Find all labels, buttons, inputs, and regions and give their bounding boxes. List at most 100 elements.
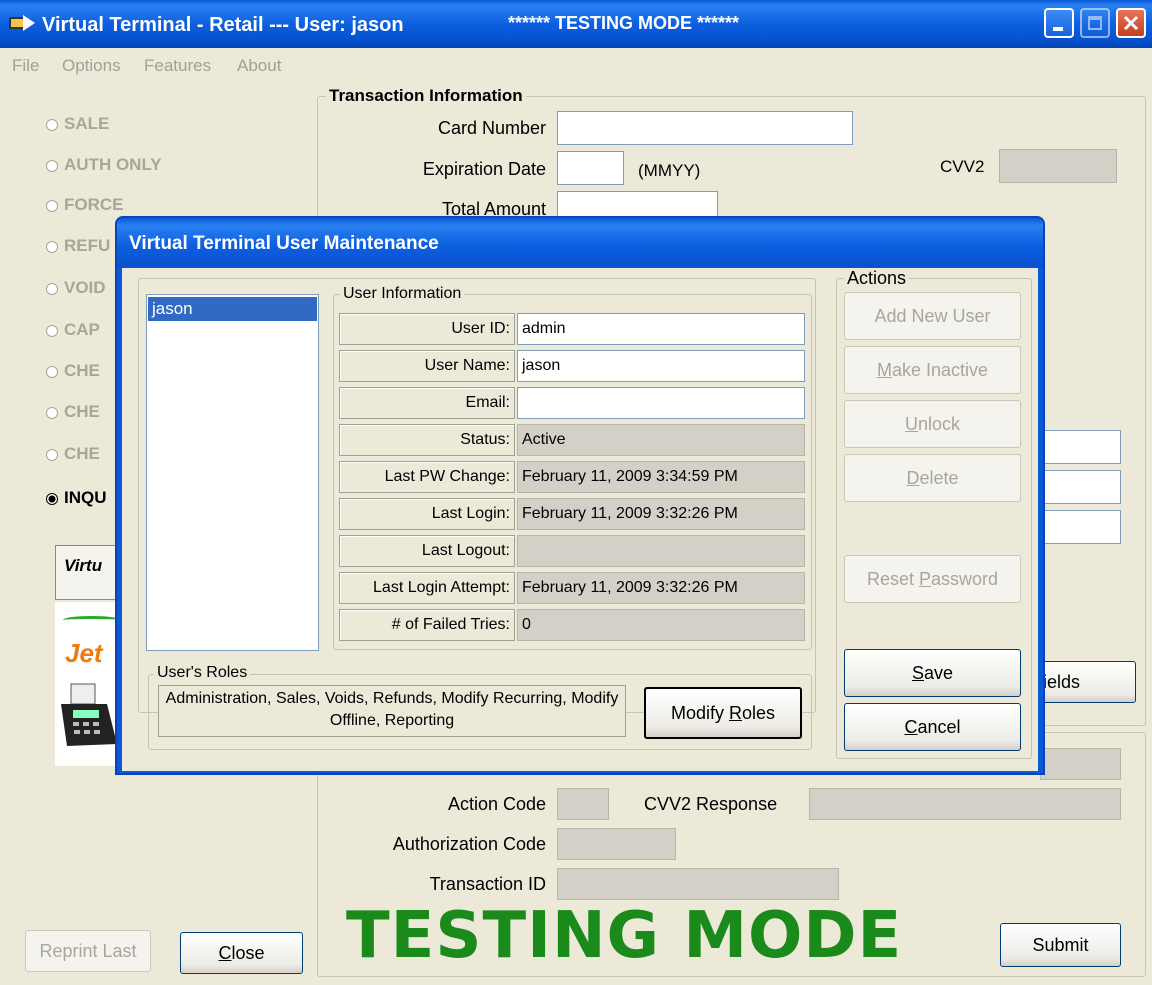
status-label: Status: — [339, 424, 515, 456]
add-new-user-button[interactable]: Add New User — [844, 292, 1021, 340]
maximize-button[interactable] — [1080, 8, 1110, 38]
user-id-label: User ID: — [339, 313, 515, 345]
user-info-legend: User Information — [340, 285, 465, 303]
user-list-item-label: jason — [152, 299, 193, 318]
submit-button[interactable]: Submit — [1000, 923, 1121, 967]
menu-features[interactable]: Features — [144, 56, 211, 76]
address-input-2[interactable] — [1040, 470, 1121, 504]
failed-tries-field: 0 — [517, 609, 805, 641]
address-input-3[interactable] — [1040, 510, 1121, 544]
window-title: Virtual Terminal - Retail --- User: jaso… — [42, 14, 404, 36]
last-login-attempt-field: February 11, 2009 3:32:26 PM — [517, 572, 805, 604]
action-code-label: Action Code — [447, 794, 546, 814]
last-pw-change-field: February 11, 2009 3:34:59 PM — [517, 461, 805, 493]
last-login-label: Last Login: — [339, 498, 515, 530]
testing-mode-banner: ****** TESTING MODE ****** — [508, 13, 740, 33]
radio-circle — [46, 324, 58, 337]
reset-password-button[interactable]: Reset Password — [844, 555, 1021, 603]
radio-auth-only[interactable]: AUTH ONLY — [46, 155, 162, 179]
radio-check-1[interactable]: CHE — [46, 361, 100, 385]
minimize-button[interactable] — [1044, 8, 1074, 38]
submit-label: Submit — [1032, 935, 1089, 955]
menu-about[interactable]: About — [237, 56, 281, 76]
logo-brand: Jet — [65, 638, 103, 668]
expiration-hint: (MMYY) — [638, 161, 701, 180]
modify-roles-label-accel: R — [729, 703, 742, 723]
card-number-input[interactable] — [557, 111, 853, 145]
radio-circle — [46, 282, 58, 295]
response-text-field — [1040, 748, 1121, 780]
radio-void[interactable]: VOID — [46, 278, 106, 302]
cvv2-response-field — [809, 788, 1121, 820]
reprint-last-button[interactable]: Reprint Last — [25, 930, 151, 972]
actions-legend: Actions — [844, 268, 910, 289]
radio-label: CAP — [64, 320, 100, 339]
radio-capture[interactable]: CAP — [46, 320, 100, 344]
save-label-accel: S — [911, 663, 924, 683]
radio-force[interactable]: FORCE — [46, 195, 124, 219]
radio-label: REFU — [64, 236, 111, 255]
cvv2-input[interactable] — [999, 149, 1117, 183]
radio-check-2[interactable]: CHE — [46, 402, 100, 426]
user-name-input[interactable]: jason — [517, 350, 805, 382]
card-number-label: Card Number — [437, 118, 546, 138]
reprint-last-label: Reprint Last — [39, 941, 137, 961]
radio-sale[interactable]: SALE — [46, 114, 109, 138]
expiration-date-label: Expiration Date — [422, 159, 546, 179]
radio-label: VOID — [64, 278, 106, 297]
dialog-title: Virtual Terminal User Maintenance — [129, 233, 439, 254]
radio-label: CHE — [64, 444, 100, 463]
modify-roles-button[interactable]: Modify Roles — [644, 687, 802, 739]
dialog-titlebar[interactable]: Virtual Terminal User Maintenance — [117, 218, 1043, 268]
unlock-button[interactable]: Unlock — [844, 400, 1021, 448]
cvv2-label: CVV2 — [940, 157, 985, 176]
close-label-post: lose — [231, 943, 265, 963]
close-button[interactable]: Close — [180, 932, 303, 974]
testing-mode-watermark: TESTING MODE — [346, 899, 903, 973]
radio-circle-checked — [46, 492, 58, 505]
user-name-label: User Name: — [339, 350, 515, 382]
transaction-id-label: Transaction ID — [429, 874, 546, 894]
radio-inquiry[interactable]: INQU — [46, 488, 107, 512]
radio-circle — [46, 365, 58, 378]
unlock-label-accel: U — [904, 414, 918, 434]
clear-fields-label: ields — [1043, 672, 1081, 692]
address-input-1[interactable] — [1040, 430, 1121, 464]
last-login-attempt-label: Last Login Attempt: — [339, 572, 515, 604]
failed-tries-label: # of Failed Tries: — [339, 609, 515, 641]
cvv2-response-label: CVV2 Response — [644, 794, 778, 814]
logo-swoosh — [63, 616, 120, 624]
dialog-body: jason User Information User ID: admin Us… — [122, 268, 1038, 771]
logo-image: Jet — [55, 602, 120, 766]
window-titlebar[interactable]: Virtual Terminal - Retail --- User: jaso… — [0, 0, 1152, 48]
radio-circle — [46, 199, 58, 212]
add-new-user-label: Add New User — [874, 306, 991, 326]
radio-label: CHE — [64, 402, 100, 421]
menu-options[interactable]: Options — [62, 56, 121, 76]
delete-label-post: elete — [919, 468, 959, 488]
last-login-field: February 11, 2009 3:32:26 PM — [517, 498, 805, 530]
user-id-input[interactable]: admin — [517, 313, 805, 345]
menu-bar: File Options Features About — [0, 48, 1152, 82]
reset-password-label-post: assword — [931, 569, 999, 589]
reset-password-label-pre: Reset — [866, 569, 919, 589]
cancel-button[interactable]: Cancel — [844, 703, 1021, 751]
delete-button[interactable]: Delete — [844, 454, 1021, 502]
email-input[interactable] — [517, 387, 805, 419]
expiration-date-input[interactable] — [557, 151, 624, 185]
radio-label: AUTH ONLY — [64, 155, 162, 174]
radio-refund[interactable]: REFU — [46, 236, 110, 260]
email-label: Email: — [339, 387, 515, 419]
logo-panel-title: Virtu — [64, 556, 103, 575]
user-list[interactable]: jason — [146, 294, 319, 651]
user-list-item-selected[interactable]: jason — [148, 297, 317, 321]
make-inactive-button[interactable]: Make Inactive — [844, 346, 1021, 394]
last-logout-label: Last Logout: — [339, 535, 515, 567]
close-window-button[interactable] — [1116, 8, 1146, 38]
close-label-accel: C — [218, 943, 232, 963]
menu-file[interactable]: File — [12, 56, 39, 76]
radio-check-3[interactable]: CHE — [46, 444, 100, 468]
radio-circle — [46, 118, 58, 131]
save-button[interactable]: Save — [844, 649, 1021, 697]
modify-roles-label-pre: Modify — [670, 703, 729, 723]
